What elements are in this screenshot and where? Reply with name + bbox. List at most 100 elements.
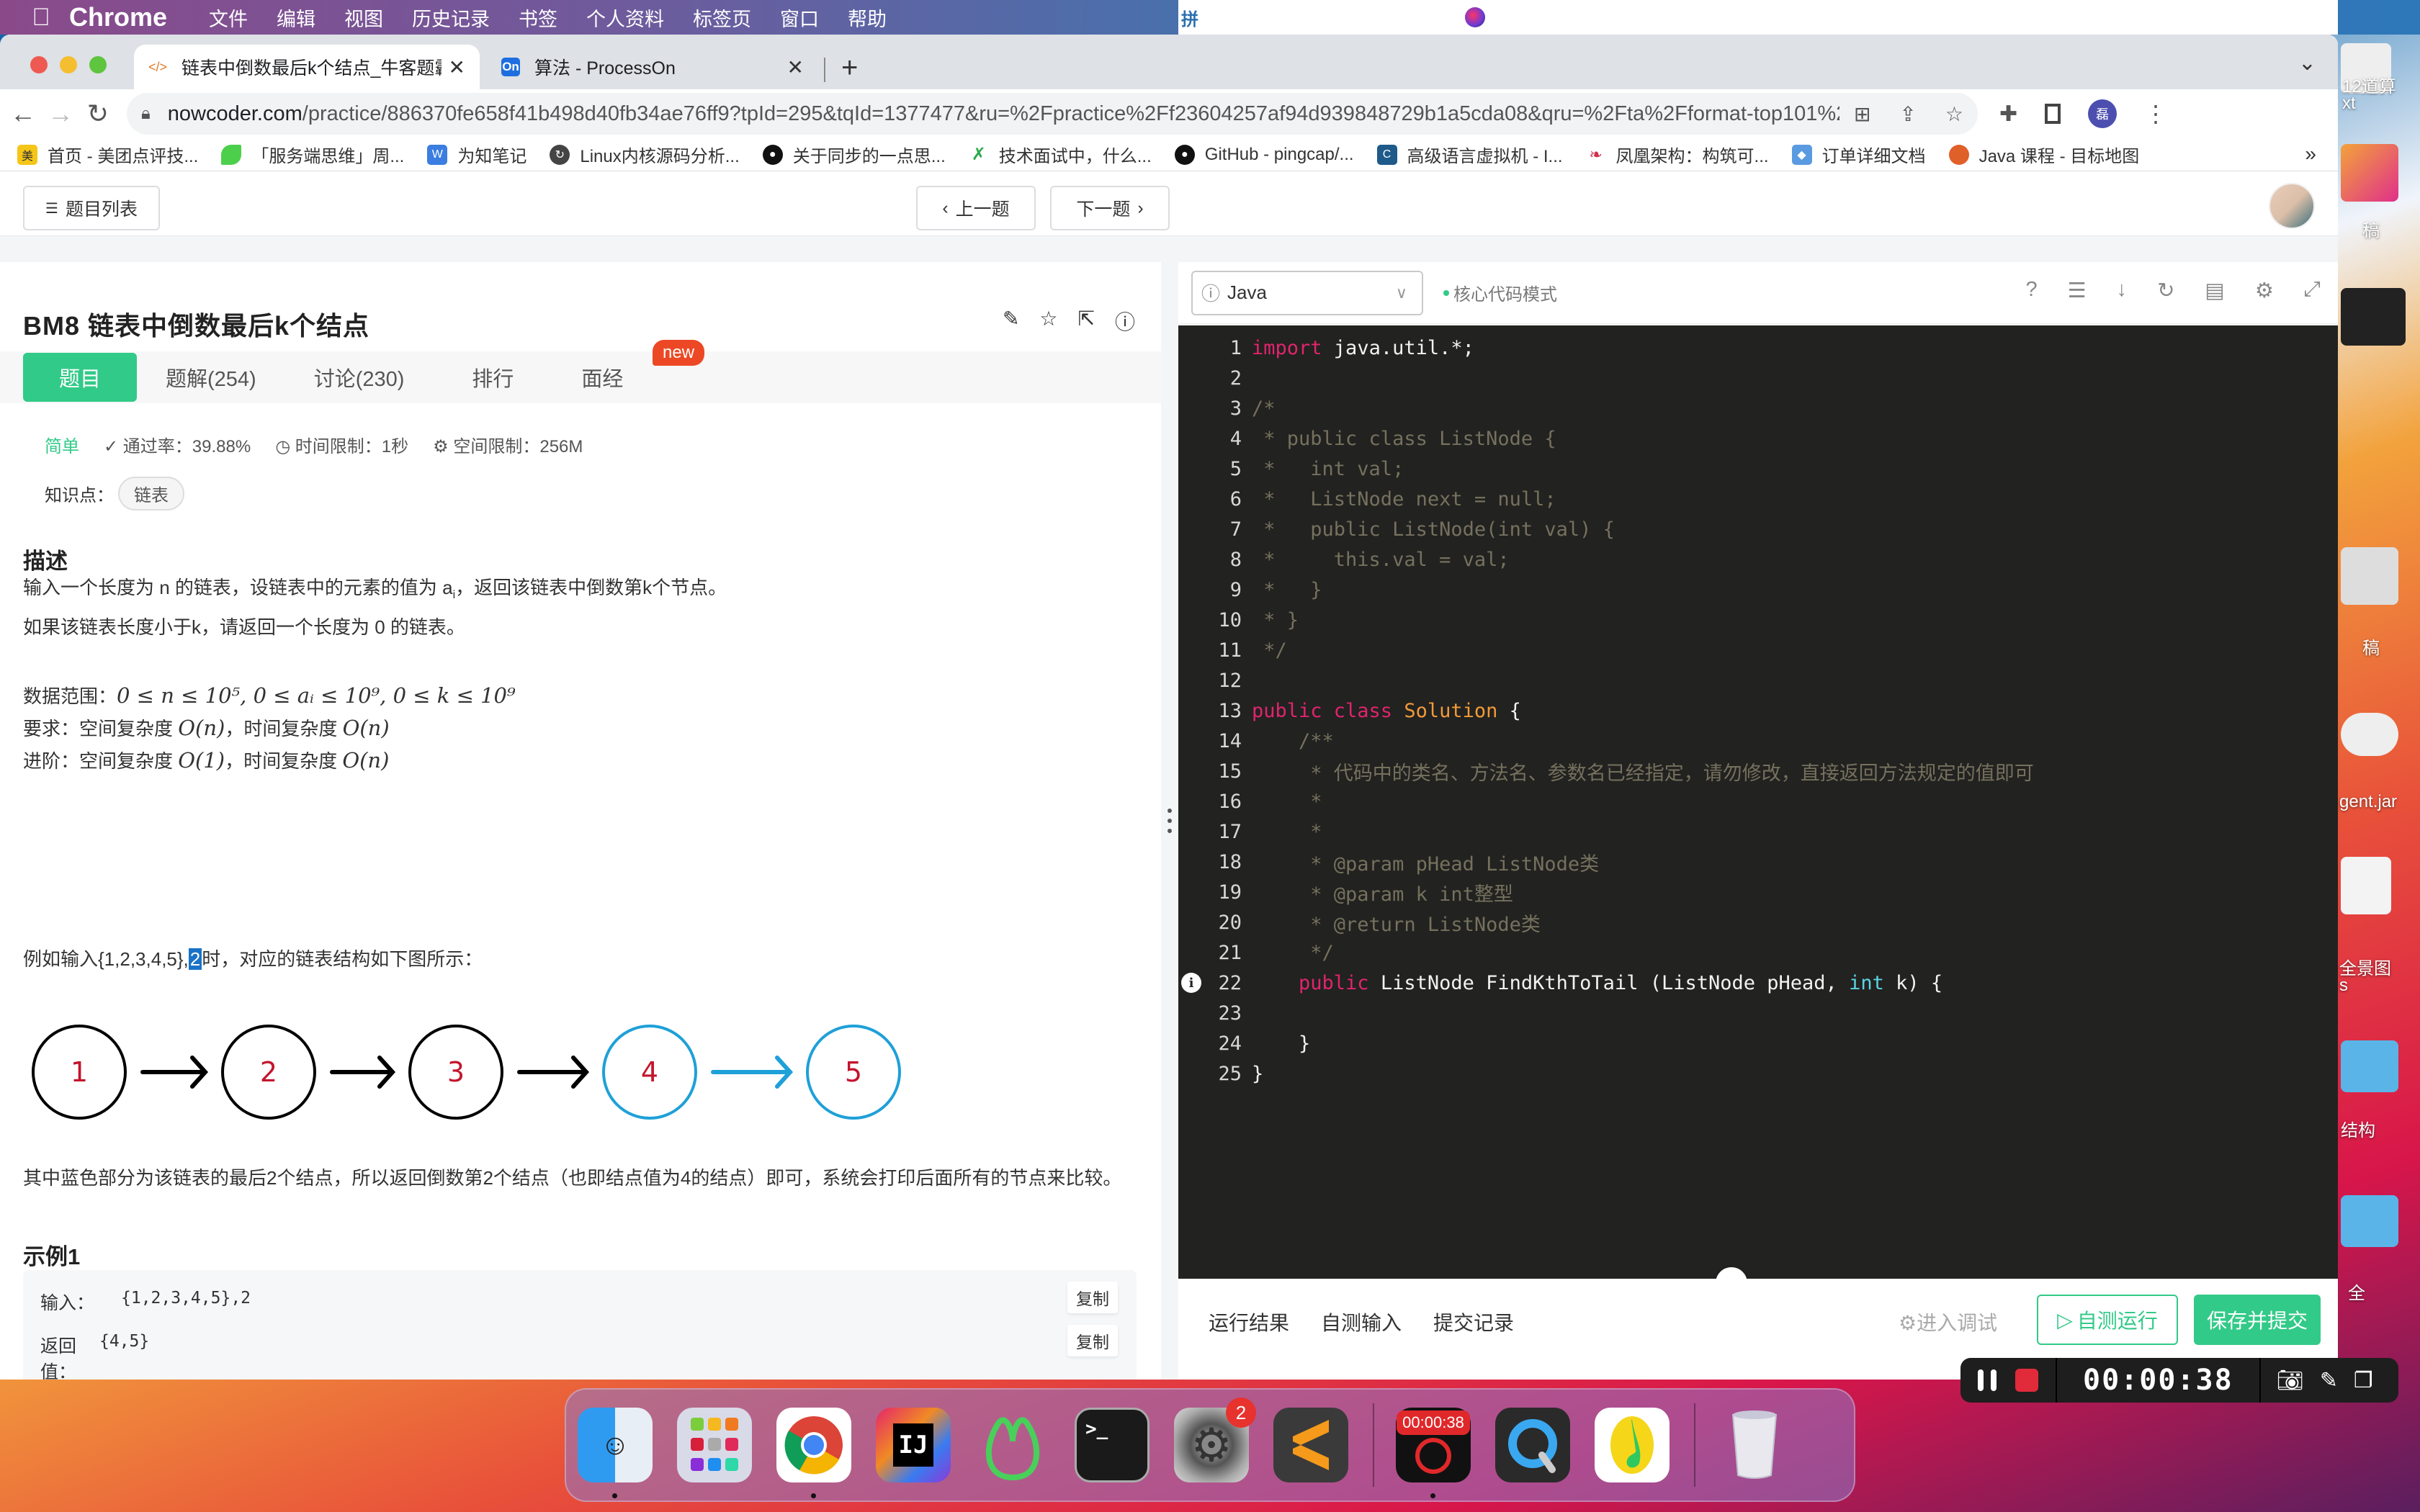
dock-screen-recorder[interactable]: 00:00:38: [1396, 1408, 1471, 1498]
bookmark-item[interactable]: 「服务端思维」周...: [221, 142, 404, 167]
tab-problem[interactable]: 题目: [23, 353, 137, 402]
code-line[interactable]: 12: [1178, 665, 2338, 696]
debug-button[interactable]: ⚙进入调试: [1899, 1308, 1997, 1336]
maximize-window-button[interactable]: [89, 56, 107, 73]
tab-discussion[interactable]: 讨论(230): [285, 353, 434, 402]
report-info-icon[interactable]: ⓘ: [1115, 307, 1135, 336]
share-icon[interactable]: ⇪: [1899, 102, 1916, 126]
panel-resize-handle[interactable]: [1161, 262, 1178, 1380]
dock-intellij[interactable]: IJ: [876, 1408, 951, 1482]
lock-icon[interactable]: 🔒︎: [141, 104, 151, 124]
menu-view[interactable]: 视图: [344, 4, 383, 32]
tab-solutions[interactable]: 题解(254): [137, 353, 285, 402]
template-icon[interactable]: ▤: [2205, 278, 2224, 303]
code-line[interactable]: 7 * public ListNode(int val) {: [1178, 514, 2338, 544]
submit-button[interactable]: 保存并提交: [2194, 1295, 2321, 1345]
code-line[interactable]: 23: [1178, 998, 2338, 1028]
extensions-puzzle-icon[interactable]: ✚: [1999, 102, 2017, 127]
dock-qq-music[interactable]: [1595, 1408, 1670, 1482]
profile-avatar[interactable]: 磊: [2088, 99, 2118, 128]
code-line[interactable]: 3 /*: [1178, 393, 2338, 423]
bookmark-item[interactable]: ● 关于同步的一点思...: [762, 142, 946, 167]
menu-profiles[interactable]: 个人资料: [586, 4, 664, 32]
wifi-icon[interactable]: [1299, 5, 1324, 30]
star-icon[interactable]: ☆: [1039, 307, 1057, 336]
bookmark-item[interactable]: W 为知笔记: [427, 142, 526, 167]
code-line[interactable]: 4 * public class ListNode {: [1178, 423, 2338, 454]
desktop-folder-icon[interactable]: [2341, 1040, 2398, 1092]
dock-system-preferences[interactable]: ⚙ 2: [1174, 1398, 1256, 1482]
tab-custom-input[interactable]: 自测输入: [1321, 1308, 1402, 1336]
dock-trash[interactable]: [1717, 1408, 1792, 1482]
bookmark-item[interactable]: 美首页 - 美团点评技...: [17, 142, 198, 167]
code-line[interactable]: 9 * }: [1178, 575, 2338, 605]
problem-list-button[interactable]: ☰ 题目列表: [23, 186, 160, 230]
desktop-file-icon[interactable]: [2341, 857, 2391, 914]
code-line[interactable]: 16 *: [1178, 786, 2338, 816]
stop-icon[interactable]: [2015, 1369, 2038, 1392]
bookmark-item[interactable]: C 高级语言虚拟机 - I...: [1376, 142, 1563, 167]
code-line[interactable]: 18 * @param pHead ListNode类: [1178, 847, 2338, 877]
bookmark-item[interactable]: Java 课程 - 目标地图: [1948, 142, 2139, 167]
input-method-icon[interactable]: 拼: [1178, 4, 1201, 30]
code-line[interactable]: 5 * int val;: [1178, 454, 2338, 484]
dock-terminal[interactable]: >_: [1075, 1408, 1150, 1482]
copy-output-button[interactable]: 复制: [1067, 1325, 1118, 1356]
pause-icon[interactable]: [1978, 1369, 1996, 1391]
code-line[interactable]: i 22 public ListNode FindKthToTail (ListN…: [1178, 968, 2338, 998]
desktop-file-icon[interactable]: [2341, 144, 2398, 202]
browser-tab-active[interactable]: </> 链表中倒数最后k个结点_牛客题霸 ✕: [134, 45, 480, 89]
apple-icon[interactable]: : [30, 4, 52, 31]
new-tab-button[interactable]: +: [841, 52, 858, 84]
code-line[interactable]: 6 * ListNode next = null;: [1178, 484, 2338, 514]
code-line[interactable]: 14 /**: [1178, 726, 2338, 756]
desktop-file-icon[interactable]: [2341, 547, 2398, 605]
close-tab-icon[interactable]: ✕: [787, 55, 804, 79]
list-icon[interactable]: ☰: [2068, 278, 2087, 303]
close-tab-icon[interactable]: ✕: [449, 55, 465, 79]
dock-sublime-text[interactable]: [1273, 1408, 1348, 1482]
bookmark-item[interactable]: ❧ 凤凰架构：构筑可...: [1586, 142, 1768, 167]
translate-icon[interactable]: ⊞: [1854, 102, 1870, 126]
language-select[interactable]: ⓘ Java ∨: [1191, 270, 1423, 315]
side-panel-icon[interactable]: [2045, 104, 2061, 124]
code-line[interactable]: 13 public class Solution {: [1178, 696, 2338, 726]
control-center-icon[interactable]: [1410, 5, 1432, 30]
bookmark-item[interactable]: ↻ Linux内核源码分析...: [550, 142, 740, 167]
settings-gear-icon[interactable]: ⚙: [2255, 278, 2274, 303]
bookmark-item[interactable]: ✗ 技术面试中，什么...: [969, 142, 1152, 167]
code-line[interactable]: 21 */: [1178, 937, 2338, 968]
menu-history[interactable]: 历史记录: [412, 4, 490, 32]
dock-navicat[interactable]: [975, 1408, 1050, 1482]
tab-run-result[interactable]: 运行结果: [1209, 1308, 1289, 1336]
chrome-menu-icon[interactable]: ⋮: [2144, 100, 2167, 127]
next-problem-button[interactable]: 下一题 ›: [1050, 186, 1170, 230]
code-area[interactable]: 1 import java.util.*; 2 3/* 4 * public class…: [1178, 325, 2338, 1279]
desktop-file-icon[interactable]: [2341, 288, 2406, 346]
back-arrow-icon[interactable]: ←: [9, 99, 37, 129]
code-line[interactable]: 8 * this.val = val;: [1178, 544, 2338, 575]
battery-icon[interactable]: [1234, 9, 1270, 26]
knowledge-tag[interactable]: 链表: [118, 477, 184, 510]
code-line[interactable]: 19 * @param k int整型: [1178, 877, 2338, 907]
menu-file[interactable]: 文件: [209, 4, 248, 32]
tab-search-chevron-icon[interactable]: ⌄: [2298, 50, 2316, 76]
bookmark-star-icon[interactable]: ☆: [1945, 102, 1963, 126]
fullscreen-icon[interactable]: ⤢: [2304, 278, 2321, 303]
reset-icon[interactable]: ↻: [2157, 278, 2174, 303]
spotlight-search-icon[interactable]: [1357, 5, 1377, 30]
tab-submissions[interactable]: 提交记录: [1433, 1308, 1514, 1336]
dock-chrome[interactable]: [776, 1408, 851, 1498]
code-line[interactable]: 24 }: [1178, 1028, 2338, 1058]
tab-ranking[interactable]: 排行: [433, 353, 552, 402]
menu-window[interactable]: 窗口: [780, 4, 819, 32]
desktop-file-icon[interactable]: [2341, 713, 2398, 756]
dock-launchpad[interactable]: [677, 1408, 752, 1482]
code-line[interactable]: 2: [1178, 363, 2338, 393]
menu-bookmarks[interactable]: 书签: [519, 4, 557, 32]
dock-quicktime[interactable]: [1495, 1408, 1570, 1482]
edit-icon[interactable]: ✎: [1003, 307, 1019, 336]
lint-info-icon[interactable]: i: [1181, 973, 1201, 993]
camera-icon[interactable]: 📷︎: [2277, 1368, 2304, 1393]
external-link-icon[interactable]: ⇱: [1078, 307, 1095, 336]
